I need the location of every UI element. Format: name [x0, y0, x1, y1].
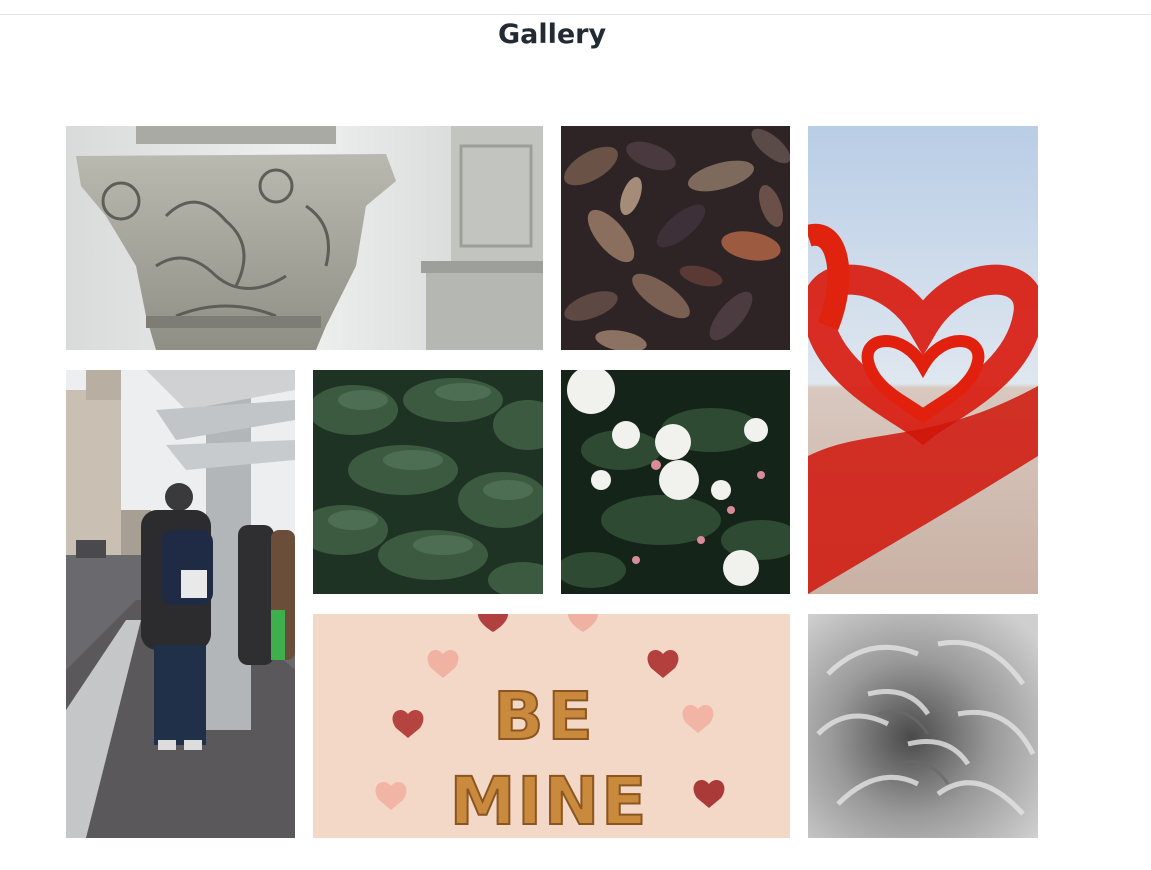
gallery-image-roses[interactable]: [561, 370, 790, 594]
top-divider: [0, 14, 1151, 15]
cookie-text-mine: MINE: [450, 763, 649, 838]
gallery-image-street[interactable]: [66, 370, 295, 838]
gallery-image-chrysanthemum[interactable]: [808, 614, 1038, 838]
gallery-image-heart-petals[interactable]: [808, 126, 1038, 594]
street-picture: [66, 370, 295, 838]
be-mine-cookies-picture: BE MINE: [313, 614, 790, 838]
gallery-image-be-mine-cookies[interactable]: BE MINE: [313, 614, 790, 838]
gallery-image-foliage[interactable]: [313, 370, 543, 594]
cookie-text-be: BE: [493, 678, 596, 755]
foliage-picture: [313, 370, 543, 594]
leaves-picture: [561, 126, 790, 350]
column-capital-picture: [66, 126, 543, 350]
roses-picture: [561, 370, 790, 594]
gallery-image-leaves[interactable]: [561, 126, 790, 350]
chrysanthemum-picture: [808, 614, 1038, 838]
page-title: Gallery: [497, 19, 607, 50]
gallery-image-column[interactable]: [66, 126, 543, 350]
heart-petals-picture: [808, 126, 1038, 594]
